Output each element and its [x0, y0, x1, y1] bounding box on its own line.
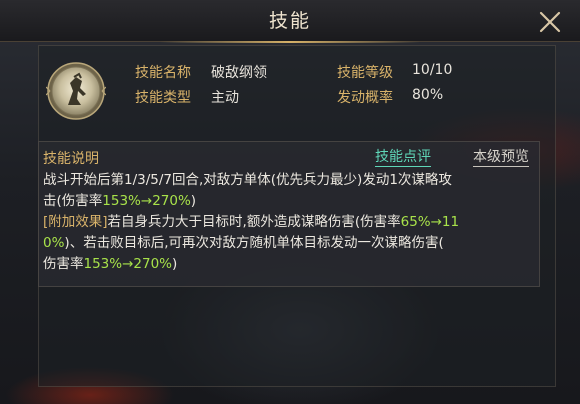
- skill-review-link[interactable]: 技能点评: [375, 148, 431, 167]
- extra-damage-rate-value: 65%→11: [400, 214, 460, 230]
- skill-name-value: 破敌纲领: [211, 65, 267, 81]
- close-button[interactable]: [536, 8, 564, 36]
- damage-rate-value: 153%→270%: [102, 193, 191, 209]
- extra-effect-tag: [附加效果]: [43, 214, 108, 230]
- trigger-chance-label: 发动概率: [337, 90, 393, 106]
- skill-icon: [45, 61, 107, 121]
- level-preview-link[interactable]: 本级预览: [473, 148, 529, 167]
- skill-level-value: 10/10: [412, 62, 453, 78]
- skill-type-value: 主动: [211, 90, 239, 106]
- description-line-1: 战斗开始后第1/3/5/7回合,对敌方单体(优先兵力最少)发动1次谋略攻: [43, 172, 452, 188]
- description-line-4: 0%)、若击败目标后,可再次对敌方随机单体目标发动一次谋略伤害(: [43, 235, 444, 251]
- close-icon: [539, 11, 561, 33]
- description-line-2: 击(伤害率153%→270%): [43, 193, 197, 209]
- followup-damage-rate-value: 153%→270%: [83, 256, 173, 272]
- skill-name-label: 技能名称: [135, 65, 191, 81]
- skill-level-label: 技能等级: [337, 65, 393, 81]
- trigger-chance-value: 80%: [412, 87, 444, 103]
- skill-type-label: 技能类型: [135, 90, 191, 106]
- description-line-5: 伤害率153%→270%): [43, 256, 178, 272]
- dialog-title: 技能: [268, 10, 311, 32]
- description-text: 战斗开始后第1/3/5/7回合,对敌方单体(优先兵力最少)发动1次谋略攻 击(伤…: [43, 170, 533, 275]
- description-heading: 技能说明: [43, 151, 99, 167]
- description-line-3: [附加效果]若自身兵力大于目标时,额外造成谋略伤害(伤害率65%→11: [43, 214, 460, 230]
